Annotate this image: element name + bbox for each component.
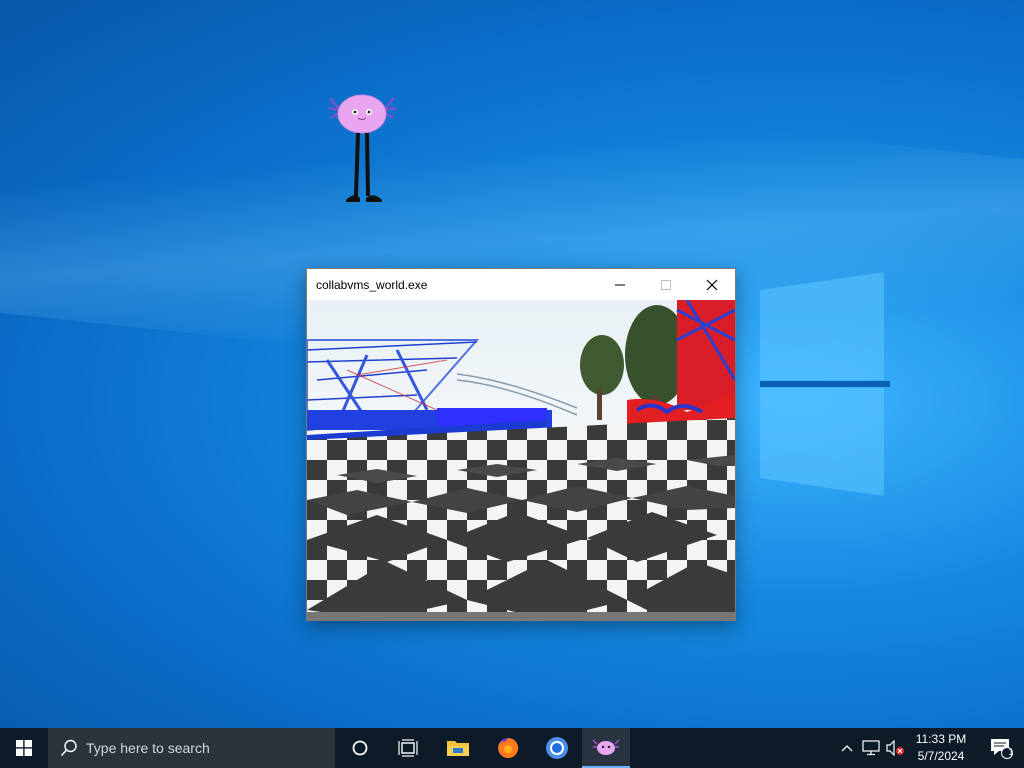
desktop[interactable]: collabvms_world.exe [0,0,1024,728]
game-viewport[interactable] [307,300,735,620]
notification-count: 1 [1008,747,1014,757]
maximize-icon [661,279,671,290]
firefox-icon [498,737,519,758]
start-button[interactable] [0,728,48,768]
task-view-icon [398,739,418,757]
window-titlebar[interactable]: collabvms_world.exe [307,269,735,300]
clock-time: 11:33 PM [915,732,967,746]
chrome-button[interactable] [533,728,581,768]
start-icon [16,740,32,756]
cortana-button[interactable] [336,728,384,768]
taskbar: Type here to search 11:33 PM 5/7/2024 1 [0,728,1024,768]
window-title: collabvms_world.exe [316,278,428,292]
show-hidden-icons-button[interactable] [838,728,856,768]
game-scene [307,300,735,620]
action-center-button[interactable]: 1 [978,728,1024,768]
search-placeholder: Type here to search [86,740,210,756]
axolotl-mascot [327,94,397,202]
volume-button[interactable] [884,728,906,768]
task-view-button[interactable] [384,728,432,768]
file-explorer-icon [447,741,469,756]
app-window[interactable]: collabvms_world.exe [306,268,736,621]
clock-date: 5/7/2024 [917,749,965,763]
axolotl-app-icon [593,739,619,755]
search-icon [60,739,77,757]
minimize-icon [615,284,625,285]
chrome-icon [546,737,568,759]
network-icon [862,740,880,756]
volume-muted-icon [886,740,904,756]
file-explorer-button[interactable] [434,728,482,768]
close-button[interactable] [689,269,735,300]
cortana-icon [352,740,368,756]
minimize-button[interactable] [597,269,643,300]
search-box[interactable]: Type here to search [48,728,335,768]
windows-logo-wallpaper [760,272,890,496]
axolotl-app-button[interactable] [582,728,630,768]
clock[interactable]: 11:33 PM 5/7/2024 [906,731,976,765]
chevron-up-icon [841,745,853,752]
maximize-button[interactable] [643,269,689,300]
close-icon [706,279,718,290]
firefox-button[interactable] [484,728,532,768]
network-button[interactable] [860,728,882,768]
